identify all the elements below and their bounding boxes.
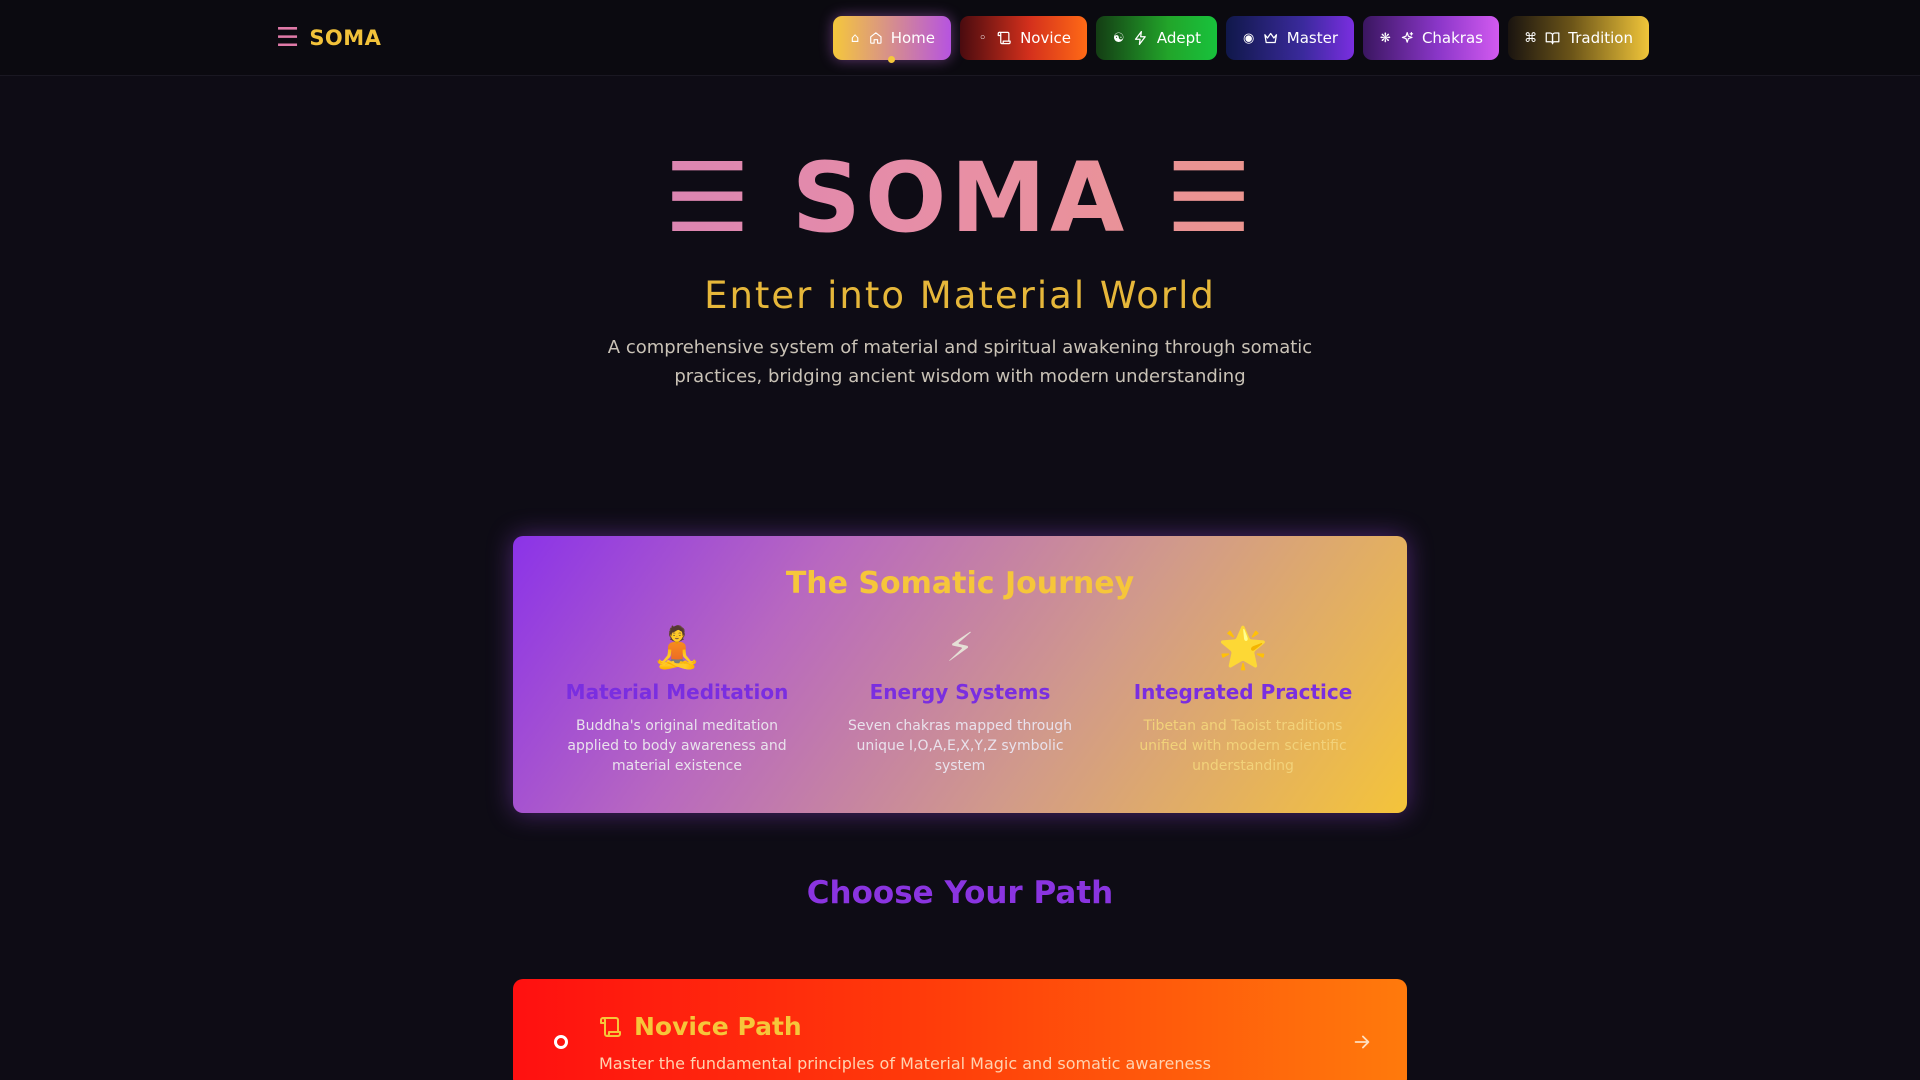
novice-path-card[interactable]: Novice Path Master the fundamental princ…	[513, 979, 1407, 1080]
hero-description: A comprehensive system of material and s…	[607, 337, 1313, 387]
pillar-title: Energy Systems	[869, 680, 1051, 704]
journey-title: The Somatic Journey	[785, 566, 1135, 601]
zap-icon	[1135, 30, 1147, 46]
home-icon	[870, 32, 882, 44]
choose-path-heading: Choose Your Path	[806, 875, 1114, 911]
nav-chakras-symbol: ❋	[1379, 30, 1391, 46]
lightning-icon: ⚡	[945, 625, 975, 671]
scroll-icon	[997, 31, 1011, 45]
nav-master-label: Master	[1286, 29, 1338, 47]
nav-tradition-label: Tradition	[1568, 29, 1633, 47]
hero-subtitle: Enter into Material World	[704, 274, 1216, 317]
pillar-material-meditation: 🧘 Material Meditation Buddha's original …	[552, 626, 802, 776]
nav-tradition-symbol: ⌘	[1524, 30, 1538, 46]
pillar-energy-systems: ⚡ Energy Systems Seven chakras mapped th…	[835, 626, 1085, 776]
nav-master-symbol: ◉	[1243, 30, 1255, 46]
nav-novice-label: Novice	[1020, 29, 1071, 47]
nav-home-symbol: ⌂	[850, 30, 860, 46]
active-indicator-dot	[888, 56, 895, 63]
pillar-title: Integrated Practice	[1133, 680, 1353, 704]
novice-path-description: Master the fundamental principles of Mat…	[599, 1054, 1211, 1073]
nav-home-label: Home	[890, 29, 935, 47]
sparkles-icon	[1401, 32, 1413, 43]
meditation-icon: 🧘	[652, 625, 702, 671]
star-icon: 🌟	[1218, 625, 1268, 671]
nav-master-button[interactable]: ◉ Master	[1226, 16, 1354, 60]
nav-novice-symbol: ◦	[978, 30, 987, 46]
pillar-description: Buddha's original meditation applied to …	[567, 718, 787, 774]
pillar-integrated-practice: 🌟 Integrated Practice Tibetan and Taoist…	[1118, 626, 1368, 776]
nav-chakras-label: Chakras	[1421, 29, 1483, 47]
pillar-title: Material Meditation	[565, 680, 789, 704]
top-navigation-bar: ☰ SOMA ⌂ Home ◦ Novice ☯ Adept ◉ Master …	[0, 0, 1920, 76]
nav-adept-label: Adept	[1156, 29, 1201, 47]
arrow-right-icon[interactable]	[1351, 1031, 1373, 1053]
nav-tradition-button[interactable]: ⌘ Tradition	[1508, 16, 1649, 60]
book-open-icon	[1545, 32, 1560, 45]
somatic-journey-card: The Somatic Journey 🧘 Material Meditatio…	[513, 536, 1407, 813]
nav-adept-symbol: ☯	[1112, 30, 1125, 46]
novice-path-title: Novice Path	[634, 1012, 802, 1041]
nav-novice-button[interactable]: ◦ Novice	[960, 16, 1087, 60]
pillar-description: Seven chakras mapped through unique I,O,…	[847, 718, 1072, 774]
path-indicator-icon	[554, 1035, 568, 1049]
brand-logo[interactable]: ☰ SOMA	[276, 24, 381, 52]
brand-name: SOMA	[309, 26, 382, 50]
scroll-icon	[600, 1016, 621, 1037]
trigram-icon: ☰	[276, 23, 300, 53]
hero-title: ☰ SOMA ☰	[0, 150, 1920, 246]
nav-home-button[interactable]: ⌂ Home	[833, 16, 951, 63]
nav-adept-button[interactable]: ☯ Adept	[1096, 16, 1217, 60]
pillar-description: Tibetan and Taoist traditions unified wi…	[1139, 718, 1347, 774]
novice-path-header: Novice Path	[599, 1012, 802, 1041]
nav-chakras-button[interactable]: ❋ Chakras	[1363, 16, 1499, 60]
main-nav: ⌂ Home ◦ Novice ☯ Adept ◉ Master ❋ Chakr…	[833, 16, 1649, 63]
crown-icon	[1264, 32, 1278, 44]
